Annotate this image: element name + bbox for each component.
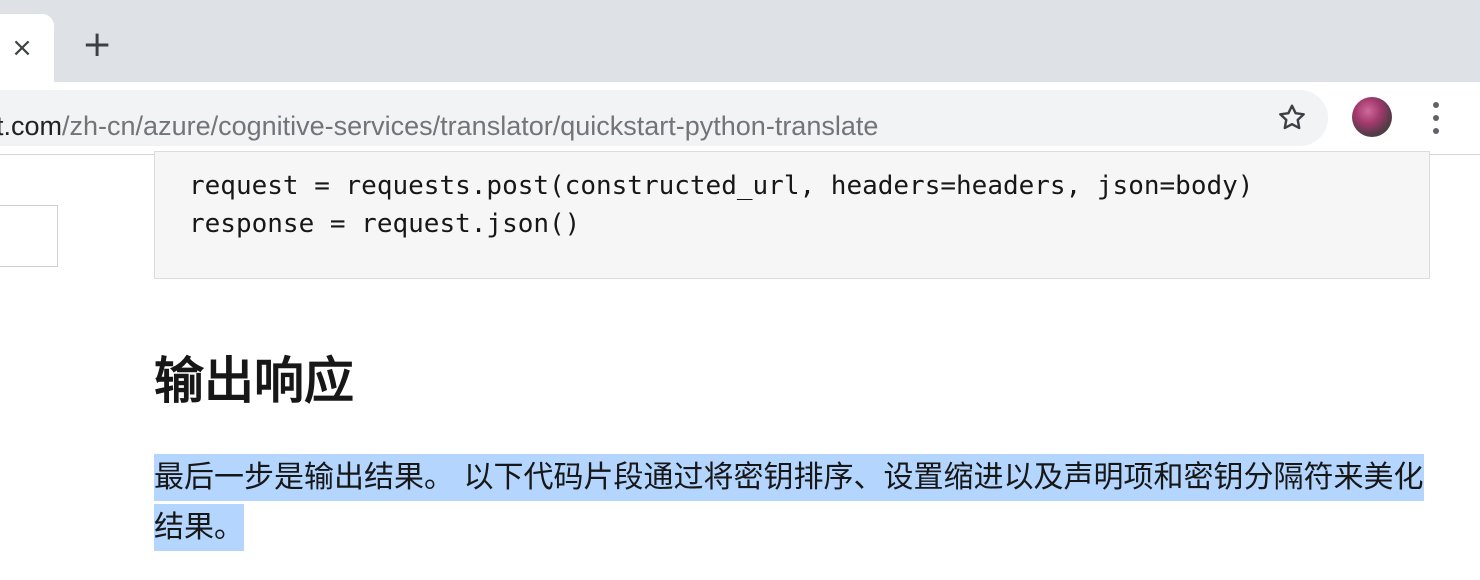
code-line: response = request.json() [189, 209, 581, 239]
vertical-dots-icon[interactable] [1424, 100, 1448, 136]
code-block: request = requests.post(constructed_url,… [154, 151, 1430, 279]
section-heading: 输出响应 [154, 352, 354, 410]
close-tab-icon[interactable]: × [10, 35, 34, 61]
body-paragraph: 最后一步是输出结果。 以下代码片段通过将密钥排序、设置缩进以及声明项和密钥分隔符… [154, 453, 1434, 553]
address-bar[interactable]: soft.com/zh-cn/azure/cognitive-services/… [0, 90, 1328, 146]
star-icon[interactable] [1276, 102, 1308, 134]
browser-toolbar: soft.com/zh-cn/azure/cognitive-services/… [0, 82, 1480, 155]
sidebar-box [0, 205, 58, 267]
code-line: request = requests.post(constructed_url,… [189, 171, 1254, 201]
page-content: request = requests.post(constructed_url,… [0, 151, 1480, 580]
url-text[interactable]: soft.com/zh-cn/azure/cognitive-services/… [0, 108, 878, 144]
new-tab-button[interactable]: + [82, 27, 112, 63]
profile-avatar[interactable] [1352, 97, 1392, 137]
active-tab[interactable]: × [0, 14, 54, 82]
url-path: /zh-cn/azure/cognitive-services/translat… [62, 111, 879, 141]
tab-strip: × + [0, 0, 1480, 82]
url-host: soft.com [0, 111, 63, 141]
selected-text: 最后一步是输出结果。 以下代码片段通过将密钥排序、设置缩进以及声明项和密钥分隔符… [154, 454, 1424, 551]
